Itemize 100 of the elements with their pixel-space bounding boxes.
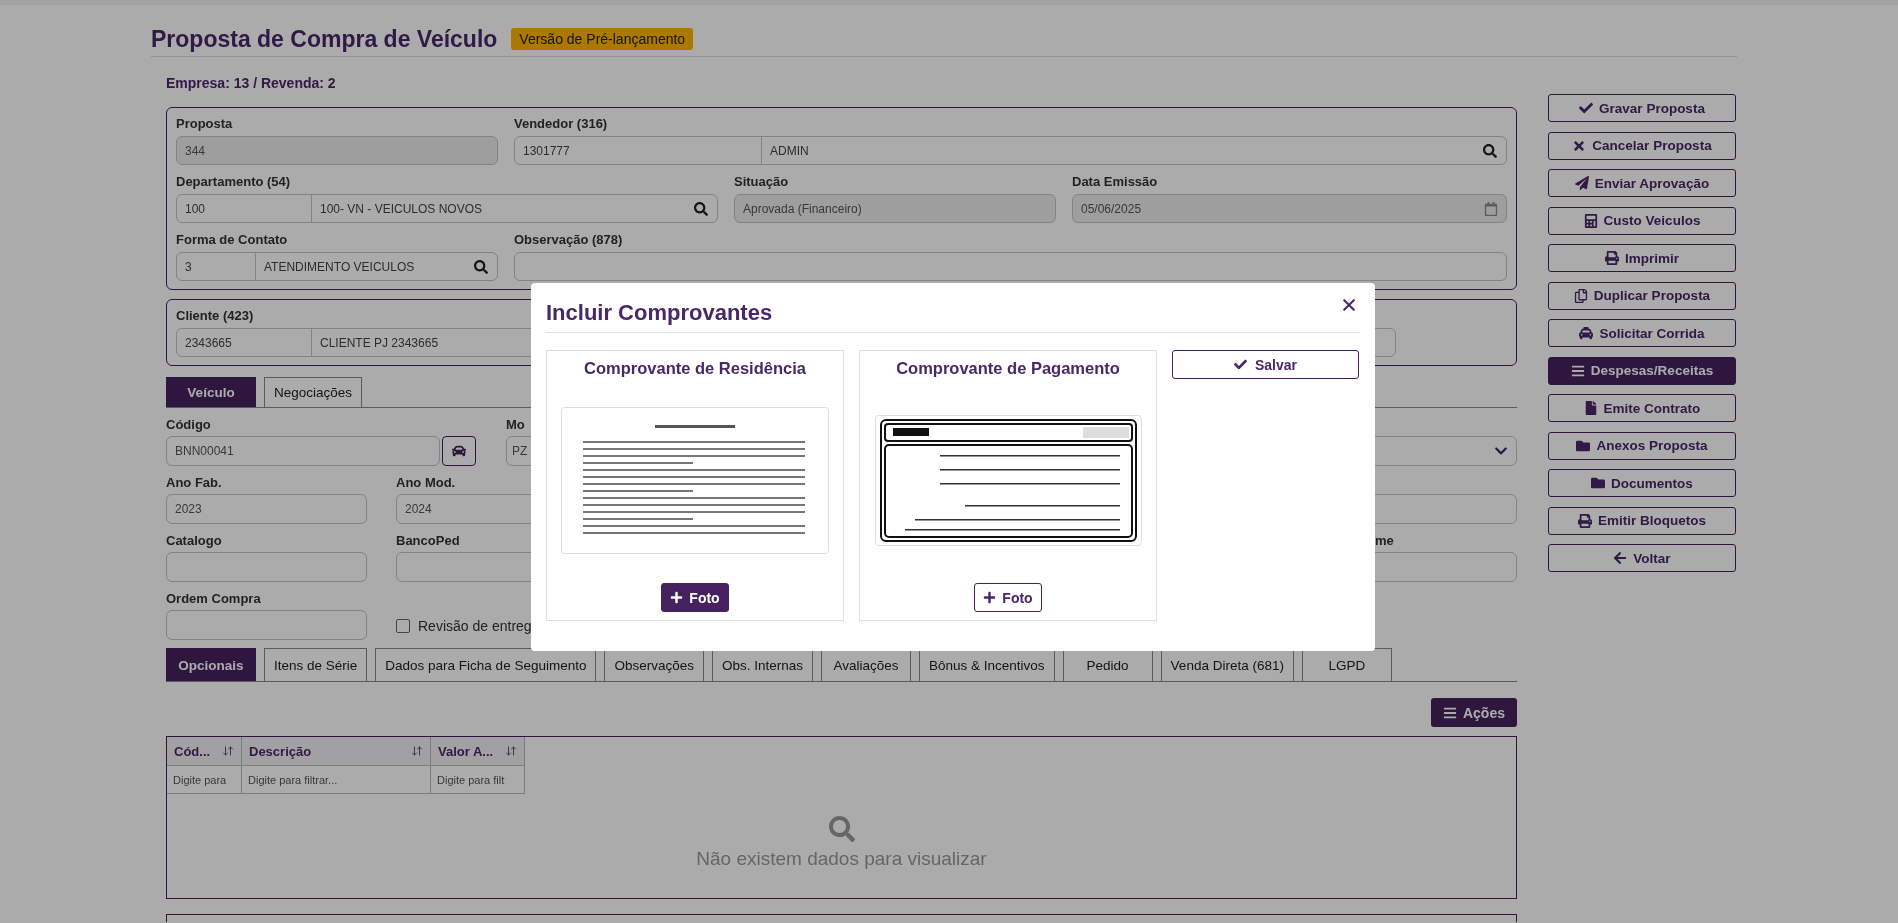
field-label: Cliente (423) (176, 307, 254, 324)
action-button[interactable]: Cancelar Proposta (1548, 131, 1736, 160)
field-label: Ano Mod. (396, 474, 456, 491)
column-title: Descrição (249, 743, 312, 759)
code-value: 3 (177, 253, 256, 280)
search-icon (828, 816, 855, 842)
field-label: me (1374, 532, 1394, 549)
lookup-field[interactable]: 1301777 ADMIN (514, 136, 1507, 165)
code-value: 100 (177, 195, 312, 222)
column-header[interactable]: Descrição (242, 737, 431, 766)
lookup-field[interactable]: 3 ATENDIMENTO VEICULOS (176, 252, 498, 281)
menu-icon (1442, 705, 1457, 720)
field-label: Ordem Compra (166, 590, 261, 607)
field-label: Proposta (176, 115, 233, 132)
taxi-icon (1579, 326, 1594, 340)
tab[interactable]: Veículo (166, 377, 256, 407)
search-icon[interactable] (1483, 143, 1497, 158)
empty-message: Não existem dados para visualizar (696, 848, 987, 870)
field-label: Catalogo (166, 532, 222, 549)
tab[interactable]: Itens de Série (264, 648, 368, 681)
action-button[interactable]: Documentos (1548, 469, 1736, 497)
close-icon (1572, 138, 1587, 153)
check-icon (1579, 101, 1594, 115)
photo-button[interactable]: Foto (974, 583, 1042, 612)
column-header[interactable]: Valor A... (431, 737, 525, 766)
tab[interactable]: Negociações (264, 377, 363, 407)
date-value: 05/06/2025 (1081, 201, 1142, 216)
column-title: Cód... (174, 743, 211, 759)
action-button[interactable]: Emite Contrato (1548, 394, 1736, 422)
card-title: Comprovante de Pagamento (896, 359, 1120, 378)
photo-button[interactable]: Foto (661, 583, 729, 612)
version-badge: Versão de Pré-lançamento (511, 28, 694, 50)
lookup-field[interactable]: 100 100- VN - VEICULOS NOVOS (176, 194, 718, 223)
action-button[interactable]: Anexos Proposta (1548, 431, 1736, 460)
field-label: Forma de Contato (176, 231, 288, 248)
field-label: Ano Fab. (166, 474, 222, 491)
action-button[interactable]: Custo Veiculos (1548, 206, 1736, 235)
action-button[interactable]: Despesas/Receitas (1548, 356, 1736, 385)
sort-icon[interactable] (222, 745, 234, 757)
action-button[interactable]: Solicitar Corrida (1548, 319, 1736, 347)
sort-icon[interactable] (411, 745, 423, 757)
save-button[interactable]: Salvar (1172, 350, 1359, 379)
action-button[interactable]: Gravar Proposta (1548, 94, 1736, 122)
field-label: Código (166, 416, 211, 433)
plus-icon (670, 591, 684, 604)
company-info: Empresa: 13 / Revenda: 2 (166, 75, 337, 91)
action-button[interactable]: Voltar (1548, 544, 1736, 572)
code-value: 2343665 (177, 329, 312, 356)
sort-icon[interactable] (505, 745, 517, 757)
filter-field[interactable]: Digite para (167, 773, 241, 786)
name-value: 100- VN - VEICULOS NOVOS (319, 201, 484, 216)
action-button[interactable]: Emitir Bloquetos (1548, 506, 1736, 535)
calculator-icon (1583, 213, 1598, 228)
tab[interactable]: LGPD (1301, 648, 1392, 681)
plus-icon (983, 591, 997, 604)
folder-icon (1591, 476, 1606, 490)
text-field[interactable] (514, 252, 1507, 281)
card-title: Comprovante de Residência (584, 359, 806, 378)
filter-field[interactable]: Digite para filt (431, 773, 524, 786)
tab[interactable]: Opcionais (166, 648, 256, 681)
field-label: Departamento (54) (176, 173, 291, 190)
name-value: ATENDIMENTO VEICULOS (263, 259, 416, 274)
field-label: Situação (734, 173, 789, 190)
actions-button[interactable]: Ações (1430, 698, 1517, 727)
field-label: BancoPed (396, 532, 460, 549)
paper-plane-icon (1574, 176, 1589, 190)
action-button[interactable]: Imprimir (1548, 244, 1736, 272)
field-label: Vendedor (316) (514, 115, 608, 132)
field-label: Mo (506, 416, 525, 433)
column-title: Valor A... (438, 743, 494, 759)
filter-field[interactable]: Digite para filtrar... (242, 773, 430, 786)
search-icon[interactable] (694, 201, 708, 216)
action-button[interactable]: Duplicar Proposta (1548, 281, 1736, 310)
folder-icon (1576, 438, 1591, 453)
menu-icon (1570, 363, 1585, 378)
printer-icon (1578, 513, 1592, 528)
file-icon (1583, 401, 1598, 415)
code-value: 1301777 (515, 137, 762, 164)
name-value: ADMIN (769, 143, 810, 158)
tab[interactable]: Dados para Ficha de Seguimento (375, 648, 597, 681)
page-title: Proposta de Compra de Veículo (151, 25, 498, 53)
search-icon[interactable] (474, 259, 488, 274)
text-field[interactable]: 2023 (166, 494, 367, 524)
text-field[interactable] (166, 610, 367, 640)
text-field[interactable]: BNN00041 (166, 436, 440, 466)
copy-icon (1573, 288, 1588, 303)
arrow-left-icon (1613, 551, 1628, 565)
calendar-icon (1484, 201, 1498, 216)
action-button[interactable]: Enviar Aprovação (1548, 169, 1736, 197)
dialog-title: Incluir Comprovantes (546, 299, 773, 326)
field-label: Data Emissão (1072, 173, 1158, 190)
check-icon (1233, 358, 1247, 371)
printer-icon (1605, 251, 1619, 265)
text-field[interactable] (166, 552, 367, 582)
column-header[interactable]: Cód... (167, 737, 242, 766)
car-icon (452, 444, 466, 458)
checkbox-label: Revisão de entreg (418, 618, 532, 634)
vehicle-button[interactable] (442, 436, 476, 466)
field-label: Observação (878) (514, 231, 623, 248)
checkbox[interactable] (396, 619, 410, 633)
